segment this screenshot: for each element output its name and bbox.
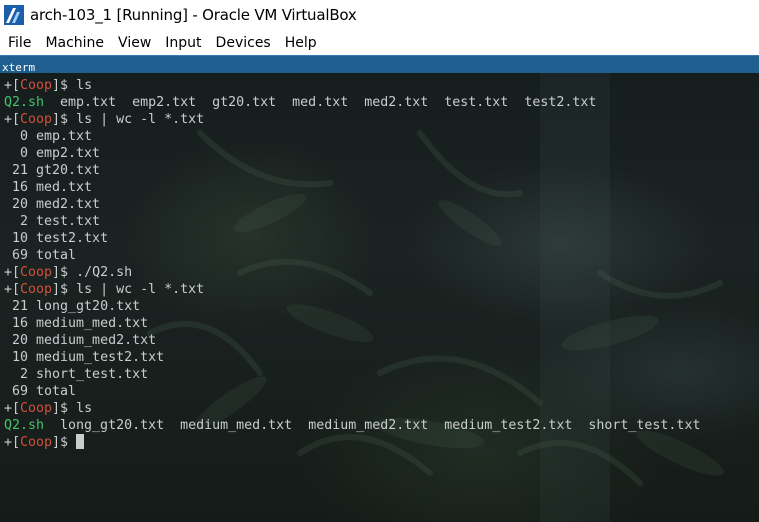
prompt-open: +[ — [4, 112, 21, 127]
command-line: +[Coop]$ ls — [4, 400, 700, 417]
output-text: 20 medium_med2.txt — [4, 333, 157, 348]
output-line: 21 long_gt20.txt — [4, 298, 700, 315]
output-line: 20 med2.txt — [4, 196, 700, 213]
output-line: 2 test.txt — [4, 213, 700, 230]
virtualbox-icon — [4, 5, 24, 25]
output-text: 0 emp2.txt — [4, 146, 101, 161]
prompt-open: +[ — [4, 78, 21, 93]
command-line: +[Coop]$ ls | wc -l *.txt — [4, 281, 700, 298]
prompt-close: ]$ — [52, 78, 69, 93]
output-text: 16 medium_med.txt — [4, 316, 149, 331]
output-text: 69 total — [4, 384, 77, 399]
output-line: 16 medium_med.txt — [4, 315, 700, 332]
output-line: 10 medium_test2.txt — [4, 349, 700, 366]
ls-file: medium_test2.txt — [444, 418, 573, 433]
menu-help[interactable]: Help — [278, 35, 324, 51]
output-text: 2 test.txt — [4, 214, 101, 229]
window-title: arch-103_1 [Running] - Oracle VM Virtual… — [30, 6, 357, 24]
ls-file: medium_med2.txt — [308, 418, 429, 433]
ls-file: medium_med.txt — [180, 418, 293, 433]
output-text: 21 gt20.txt — [4, 163, 101, 178]
executable-file: Q2.sh — [4, 418, 45, 433]
output-text: 21 long_gt20.txt — [4, 299, 141, 314]
terminal-output: +[Coop]$ ls Q2.sh emp.txt emp2.txt gt20.txt m… — [4, 77, 700, 451]
command-line: +[Coop]$ ls | wc -l *.txt — [4, 111, 700, 128]
prompt-close: ]$ — [52, 282, 69, 297]
prompt-close: ]$ — [52, 265, 69, 280]
menu-bar: File Machine View Input Devices Help — [0, 30, 759, 55]
menu-devices[interactable]: Devices — [209, 35, 278, 51]
prompt-user: Coop — [20, 265, 53, 280]
menu-input[interactable]: Input — [158, 35, 208, 51]
prompt-line-active: +[Coop]$ — [4, 434, 700, 451]
output-line: 21 gt20.txt — [4, 162, 700, 179]
output-line: 0 emp2.txt — [4, 145, 700, 162]
command-line: +[Coop]$ ls — [4, 77, 700, 94]
window-titlebar: arch-103_1 [Running] - Oracle VM Virtual… — [0, 0, 759, 30]
ls-file: med2.txt — [364, 95, 429, 110]
text-cursor — [76, 434, 85, 449]
prompt-user: Coop — [20, 401, 53, 416]
prompt-user: Coop — [20, 282, 53, 297]
prompt-open: +[ — [4, 401, 21, 416]
xterm-title-bar: xterm — [0, 55, 759, 74]
prompt-open: +[ — [4, 435, 21, 450]
output-text: 20 med2.txt — [4, 197, 101, 212]
output-line: 69 total — [4, 247, 700, 264]
ls-file: test2.txt — [524, 95, 597, 110]
output-text: 69 total — [4, 248, 77, 263]
prompt-user: Coop — [20, 435, 53, 450]
prompt-close: ]$ — [52, 435, 69, 450]
command-text: ls — [68, 78, 93, 93]
command-line: +[Coop]$ ./Q2.sh — [4, 264, 700, 281]
command-text: ls — [68, 401, 93, 416]
prompt-close: ]$ — [52, 112, 69, 127]
output-line: 20 medium_med2.txt — [4, 332, 700, 349]
prompt-user: Coop — [20, 112, 53, 127]
command-text: ls | wc -l *.txt — [68, 282, 205, 297]
output-line: 16 med.txt — [4, 179, 700, 196]
ls-file: emp.txt — [60, 95, 117, 110]
prompt-open: +[ — [4, 265, 21, 280]
menu-file[interactable]: File — [1, 35, 38, 51]
ls-file: test.txt — [444, 95, 509, 110]
output-line: 10 test2.txt — [4, 230, 700, 247]
executable-file: Q2.sh — [4, 95, 45, 110]
ls-file: emp2.txt — [132, 95, 197, 110]
output-text: 10 medium_test2.txt — [4, 350, 165, 365]
output-text: 2 short_test.txt — [4, 367, 149, 382]
ls-file: short_test.txt — [588, 418, 701, 433]
output-text: 16 med.txt — [4, 180, 93, 195]
prompt-close: ]$ — [52, 401, 69, 416]
output-text: 10 test2.txt — [4, 231, 109, 246]
output-line: 2 short_test.txt — [4, 366, 700, 383]
output-line: 69 total — [4, 383, 700, 400]
ls-output-line: Q2.sh long_gt20.txt medium_med.txt medium_m… — [4, 417, 700, 434]
ls-file: long_gt20.txt — [60, 418, 165, 433]
terminal-window[interactable]: +[Coop]$ ls Q2.sh emp.txt emp2.txt gt20.txt m… — [0, 73, 759, 522]
command-text: ls | wc -l *.txt — [68, 112, 205, 127]
ls-file: gt20.txt — [212, 95, 277, 110]
output-line: 0 emp.txt — [4, 128, 700, 145]
command-text: ./Q2.sh — [68, 265, 133, 280]
ls-file: med.txt — [292, 95, 349, 110]
menu-machine[interactable]: Machine — [38, 35, 111, 51]
prompt-user: Coop — [20, 78, 53, 93]
ls-output-line: Q2.sh emp.txt emp2.txt gt20.txt med.txt med2.… — [4, 94, 700, 111]
output-text: 0 emp.txt — [4, 129, 93, 144]
menu-view[interactable]: View — [111, 35, 158, 51]
prompt-open: +[ — [4, 282, 21, 297]
